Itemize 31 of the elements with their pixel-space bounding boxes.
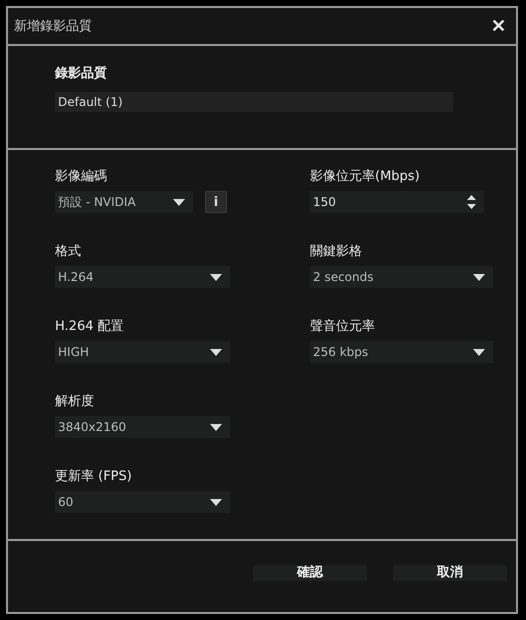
confirm-button[interactable]: 確認 — [253, 565, 367, 581]
close-button[interactable]: ✕ — [491, 17, 506, 35]
dropdown[interactable]: H.264 — [55, 266, 230, 288]
dropdown[interactable]: HIGH — [55, 341, 230, 363]
cancel-button[interactable]: 取消 — [393, 565, 507, 581]
field-label: 更新率 (FPS) — [55, 469, 133, 485]
field-label: 影像位元率(Mbps) — [310, 169, 421, 185]
dropdown[interactable]: 256 kbps — [310, 341, 493, 363]
field-label: 影像編碼 — [55, 169, 108, 185]
field-label: 解析度 — [55, 394, 95, 410]
caret-icon — [210, 274, 222, 280]
number-field[interactable]: 150 — [310, 191, 484, 213]
dropdown[interactable]: 3840x2160 — [55, 416, 230, 438]
window-title: 新增錄影品質 — [14, 18, 92, 35]
field-label: 錄影品質 — [55, 66, 108, 82]
caret-icon — [473, 348, 485, 356]
spinner-arrows-icon — [467, 195, 476, 209]
field-label: 格式 — [55, 244, 82, 260]
caret-icon — [473, 274, 485, 280]
dropdown[interactable]: 預設 - NVIDIA — [55, 191, 193, 213]
info-button[interactable]: i — [205, 191, 227, 213]
field-label: 聲音位元率 — [310, 319, 376, 335]
caret-icon — [210, 424, 222, 430]
field-label: 關鍵影格 — [310, 244, 363, 260]
name-field[interactable]: Default (1) — [55, 92, 453, 112]
dropdown[interactable]: 60 — [55, 491, 230, 513]
caret-icon — [210, 348, 222, 356]
field-label: H.264 配置 — [55, 319, 125, 335]
caret-icon — [173, 198, 185, 206]
dropdown[interactable]: 2 seconds — [310, 266, 493, 288]
caret-icon — [210, 498, 222, 506]
